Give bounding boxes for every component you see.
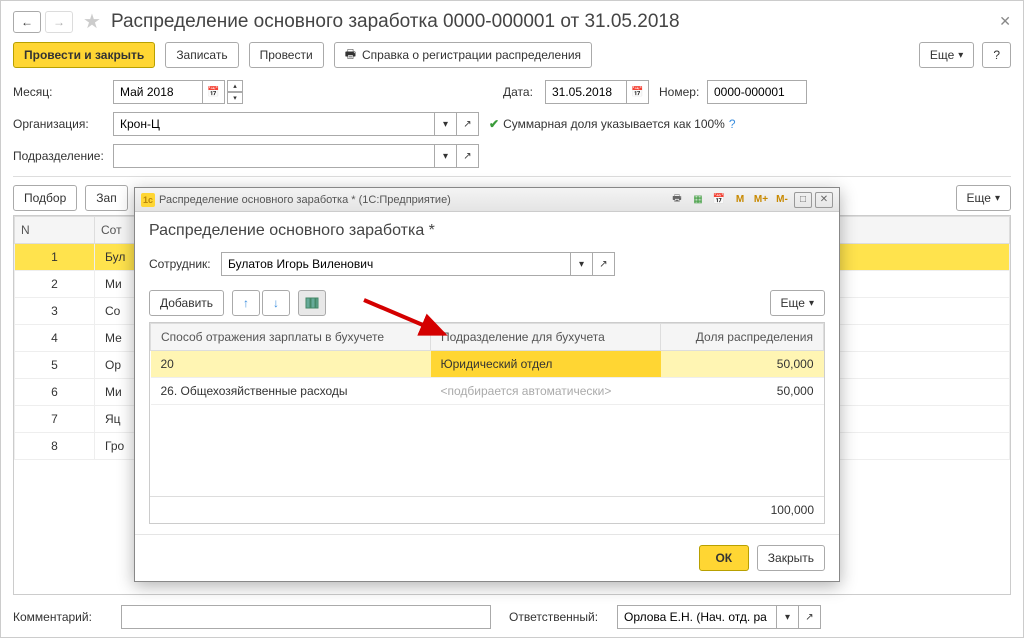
dept-input[interactable]: [113, 144, 435, 168]
post-button[interactable]: Провести: [249, 42, 324, 68]
distribution-total: 100,000: [150, 496, 824, 523]
month-spin-up[interactable]: ▴: [227, 80, 243, 92]
move-up-button[interactable]: ↑: [232, 290, 260, 316]
calendar-icon[interactable]: 📅: [710, 192, 728, 208]
certificate-button-label: Справка о регистрации распределения: [362, 48, 581, 62]
memory-mplus-button[interactable]: M+: [752, 192, 770, 208]
grid-icon[interactable]: ▦: [689, 192, 707, 208]
number-input[interactable]: [707, 80, 807, 104]
help-button[interactable]: ?: [982, 42, 1011, 68]
responsible-label: Ответственный:: [509, 610, 609, 624]
responsible-dropdown-button[interactable]: ▾: [777, 605, 799, 629]
dept-dropdown-button[interactable]: ▾: [435, 144, 457, 168]
date-input[interactable]: [545, 80, 627, 104]
sum-help-icon[interactable]: ?: [729, 117, 736, 131]
more-button[interactable]: Еще: [919, 42, 974, 68]
favorite-star-icon[interactable]: ★: [83, 9, 101, 34]
responsible-open-button[interactable]: ↗: [799, 605, 821, 629]
dept-auto-placeholder: <подбирается автоматически>: [441, 384, 612, 398]
printer-icon: 🖶: [345, 45, 356, 66]
close-icon[interactable]: ✕: [999, 13, 1011, 30]
date-label: Дата:: [503, 85, 545, 99]
dialog-heading: Распределение основного заработка *: [149, 222, 825, 240]
distribution-row[interactable]: 26. Общехозяйственные расходы <подбирает…: [151, 378, 824, 405]
add-row-button[interactable]: Добавить: [149, 290, 224, 316]
columns-icon: [305, 296, 319, 310]
org-input[interactable]: [113, 112, 435, 136]
table-more-button[interactable]: Еще: [956, 185, 1011, 211]
print-icon[interactable]: 🖶: [668, 192, 686, 208]
month-label: Месяц:: [13, 85, 113, 99]
distribution-table: Способ отражения зарплаты в бухучете Под…: [150, 323, 824, 405]
employee-input[interactable]: [221, 252, 571, 276]
employee-dropdown-button[interactable]: ▾: [571, 252, 593, 276]
col-method-header[interactable]: Способ отражения зарплаты в бухучете: [151, 324, 431, 351]
move-down-button[interactable]: ↓: [262, 290, 290, 316]
dialog-close-button[interactable]: ✕: [815, 192, 833, 208]
month-spin-down[interactable]: ▾: [227, 92, 243, 104]
col-n-header[interactable]: N: [15, 217, 95, 244]
dept-open-button[interactable]: ↗: [457, 144, 479, 168]
app-icon: 1c: [141, 193, 155, 207]
fill-button[interactable]: Зап: [85, 185, 127, 211]
comment-input[interactable]: [121, 605, 491, 629]
employee-label: Сотрудник:: [149, 257, 221, 271]
employee-open-button[interactable]: ↗: [593, 252, 615, 276]
responsible-input[interactable]: [617, 605, 777, 629]
nav-back-button[interactable]: ←: [13, 11, 41, 33]
dialog-more-button[interactable]: Еще: [770, 290, 825, 316]
comment-label: Комментарий:: [13, 610, 113, 624]
sum-checkbox[interactable]: ✔: [489, 117, 499, 131]
ok-button[interactable]: ОК: [699, 545, 749, 571]
certificate-button[interactable]: 🖶 Справка о регистрации распределения: [334, 42, 592, 68]
dialog-window-title: Распределение основного заработка * (1С:…: [159, 194, 451, 206]
distribution-row[interactable]: 20 Юридический отдел 50,000: [151, 351, 824, 378]
nav-forward-button[interactable]: →: [45, 11, 73, 33]
org-open-button[interactable]: ↗: [457, 112, 479, 136]
save-button[interactable]: Записать: [165, 42, 238, 68]
col-share-header[interactable]: Доля распределения: [661, 324, 824, 351]
date-calendar-button[interactable]: 📅: [627, 80, 649, 104]
dept-label: Подразделение:: [13, 149, 113, 163]
org-label: Организация:: [13, 117, 113, 131]
distribution-dialog: 1c Распределение основного заработка * (…: [134, 187, 840, 582]
col-dept-header[interactable]: Подразделение для бухучета: [431, 324, 661, 351]
memory-m-button[interactable]: M: [731, 192, 749, 208]
memory-mminus-button[interactable]: M-: [773, 192, 791, 208]
dialog-maximize-button[interactable]: □: [794, 192, 812, 208]
number-label: Номер:: [659, 85, 707, 99]
close-button[interactable]: Закрыть: [757, 545, 825, 571]
columns-settings-button[interactable]: [298, 290, 326, 316]
month-calendar-button[interactable]: 📅: [203, 80, 225, 104]
post-and-close-button[interactable]: Провести и закрыть: [13, 42, 155, 68]
org-dropdown-button[interactable]: ▾: [435, 112, 457, 136]
pick-button[interactable]: Подбор: [13, 185, 77, 211]
page-title: Распределение основного заработка 0000-0…: [111, 11, 680, 33]
month-input[interactable]: [113, 80, 203, 104]
sum-checkbox-label: Суммарная доля указывается как 100%: [503, 117, 725, 131]
